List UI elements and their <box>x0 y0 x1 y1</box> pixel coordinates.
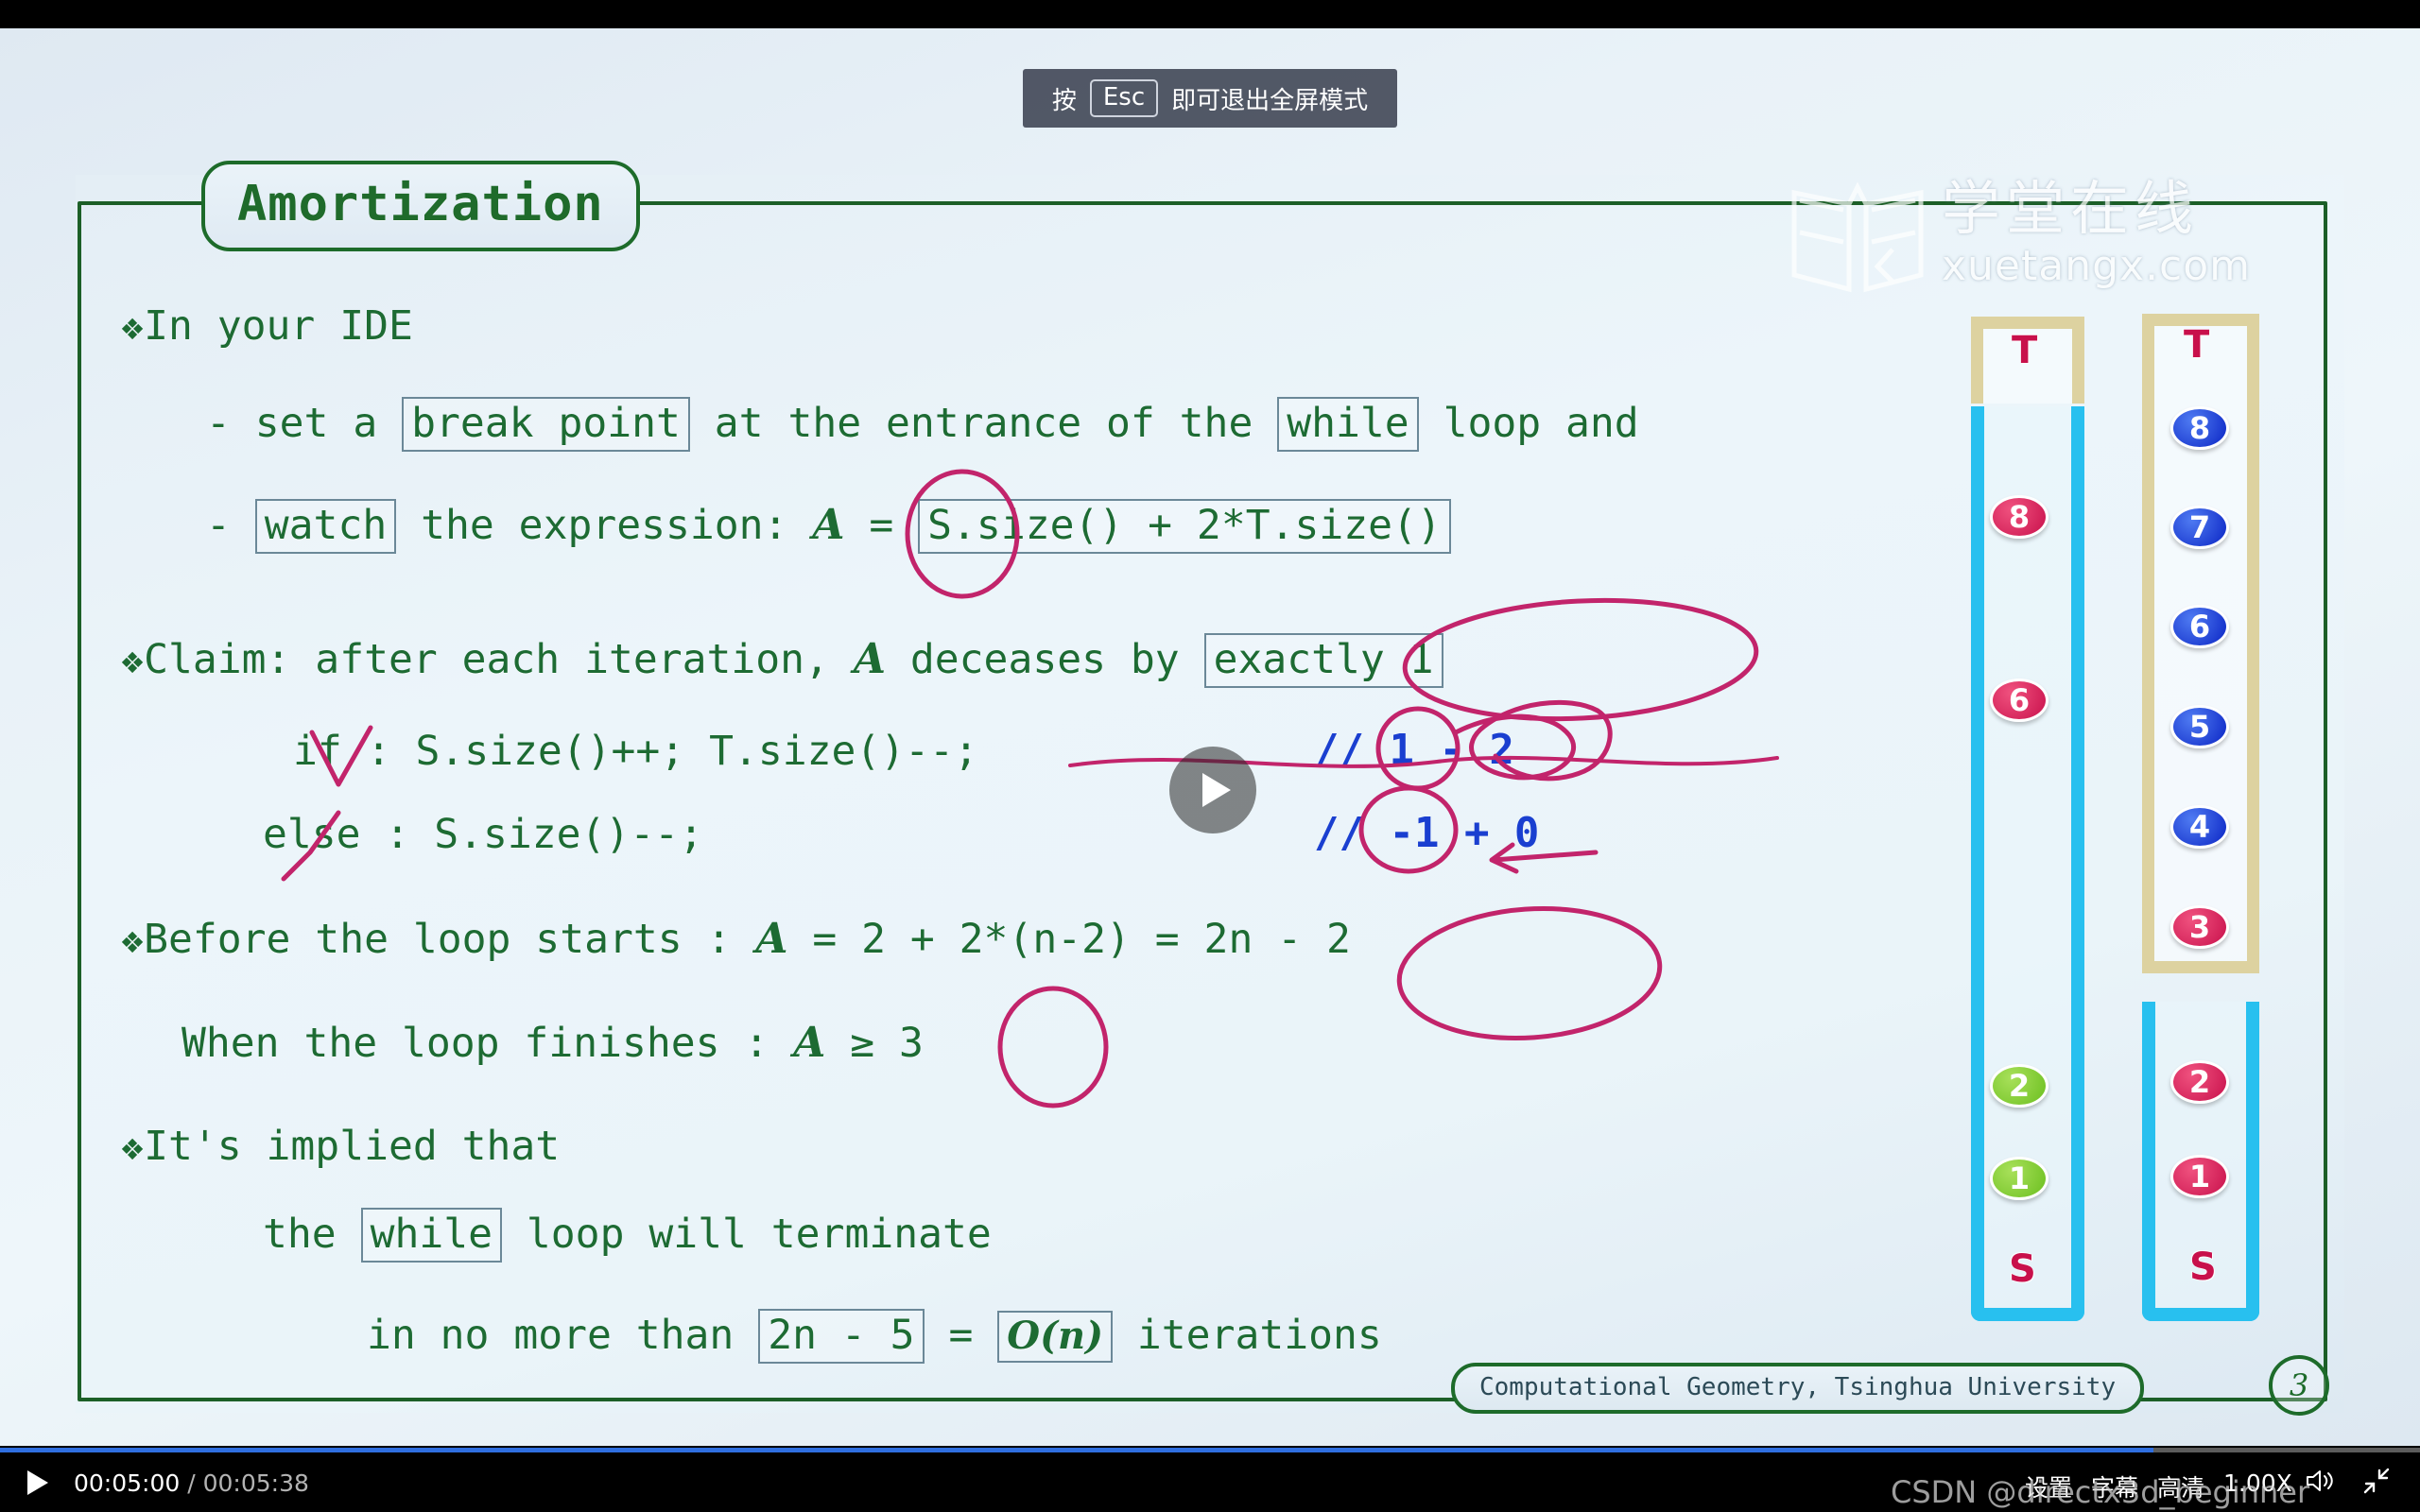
dash-marker: - <box>206 400 231 447</box>
play-icon <box>27 1470 48 1495</box>
left-stack-chip-6: 6 <box>1990 679 2048 722</box>
right-stack-chip-7: 7 <box>2170 506 2229 549</box>
exactly-one-box: exactly 1 <box>1203 633 1443 688</box>
time-separator: / <box>187 1469 196 1497</box>
logo-url-text: xuetangx.com <box>1942 242 2252 290</box>
video-surface[interactable]: 学堂在线 xuetangx.com Amortization ❖In your … <box>0 28 2420 1446</box>
while-box-1: while <box>1277 397 1419 452</box>
slide-line-4: ❖Claim: after each iteration, A deceases… <box>121 633 1443 688</box>
csdn-watermark: CSDN @directx3d_beginner <box>1891 1474 2310 1510</box>
line4-text-a: Claim: after each iteration, <box>144 636 829 683</box>
screen: 学堂在线 xuetangx.com Amortization ❖In your … <box>0 0 2420 1512</box>
big-o-box: O(n) <box>997 1311 1114 1363</box>
book-logo-icon <box>1791 181 1924 293</box>
logo-chinese-text: 学堂在线 <box>1942 174 2200 243</box>
line11-text-b: iterations <box>1136 1312 1382 1359</box>
comment-if: // 1 - 2 <box>1314 726 1514 774</box>
play-button[interactable] <box>21 1466 55 1500</box>
line2-text-b: at the entrance of the <box>714 400 1253 447</box>
right-stack-chip-4: 4 <box>2170 805 2229 849</box>
slide-line-2: - set a break point at the entrance of t… <box>206 397 1639 452</box>
slide-line-11: in no more than 2n - 5 = O(n) iterations <box>367 1309 1382 1364</box>
esc-hint-prefix: 按 <box>1051 86 1077 115</box>
right-stack-T-label: T <box>2184 323 2210 367</box>
potential-var-1: A <box>812 501 845 549</box>
exit-fullscreen-button[interactable] <box>2361 1468 2392 1500</box>
exit-fullscreen-hint: 按 Esc 即可退出全屏模式 <box>1023 69 1397 128</box>
line4-text-b: deceases by <box>909 636 1180 683</box>
line10-text-b: loop will terminate <box>526 1211 992 1258</box>
line3-eq: = <box>869 502 894 549</box>
slide-line-9-text: It's implied that <box>144 1123 561 1170</box>
slide-line-1-text: In your IDE <box>144 302 413 350</box>
comment-else: // -1 + 0 <box>1314 809 1540 857</box>
line10-text-a: the <box>263 1211 337 1258</box>
bullet-icon-4: ❖ <box>121 1125 145 1169</box>
current-time: 00:05:00 <box>74 1469 181 1497</box>
line7-text-b: = 2 + 2*(n-2) = 2n - 2 <box>812 916 1351 963</box>
left-stack-chip-1: 1 <box>1990 1157 2048 1200</box>
break-point-box: break point <box>402 397 690 452</box>
slide-page-number: 3 <box>2269 1355 2329 1416</box>
right-stack-chip-6: 6 <box>2170 605 2229 648</box>
line7-text-a: Before the loop starts : <box>144 916 732 963</box>
right-stack-chip-2: 2 <box>2170 1060 2229 1104</box>
bullet-icon-2: ❖ <box>121 639 145 682</box>
line8-text-b: ≥ 3 <box>850 1020 924 1067</box>
exit-fullscreen-icon <box>2363 1468 2390 1494</box>
right-stack-chip-5: 5 <box>2170 705 2229 748</box>
line11-eq: = <box>948 1312 974 1359</box>
slide-line-1: ❖In your IDE <box>121 302 413 350</box>
slide-line-8: When the loop finishes : A ≥ 3 <box>182 1019 924 1067</box>
time-display: 00:05:00 / 00:05:38 <box>74 1469 309 1497</box>
total-time: 00:05:38 <box>202 1469 309 1497</box>
potential-var-3: A <box>755 915 788 963</box>
line3-text-a: the expression: <box>421 502 788 549</box>
slide-line-5: if : S.size()++; T.size()--; <box>293 728 978 775</box>
xuetangx-logo: 学堂在线 xuetangx.com <box>1787 180 2251 302</box>
while-box-2: while <box>360 1208 503 1263</box>
line8-text-a: When the loop finishes : <box>182 1020 769 1067</box>
left-stack-T-label: T <box>2012 329 2038 372</box>
left-stack-chip-2: 2 <box>1990 1064 2048 1108</box>
center-play-button[interactable] <box>1169 747 1256 833</box>
slide-line-3: - watch the expression: A = S.size() + 2… <box>206 499 1451 554</box>
esc-key-badge: Esc <box>1089 79 1159 117</box>
line2-text-a: set a <box>254 400 378 447</box>
bullet-icon: ❖ <box>121 305 145 349</box>
play-triangle-icon <box>1202 773 1231 807</box>
esc-hint-suffix: 即可退出全屏模式 <box>1171 86 1369 115</box>
potential-var-2: A <box>853 635 886 683</box>
expression-box: S.size() + 2*T.size() <box>918 499 1451 554</box>
slide-line-10: the while loop will terminate <box>263 1208 992 1263</box>
right-stack-S-label: S <box>2189 1246 2217 1289</box>
dash-marker-2: - <box>206 502 231 549</box>
bullet-icon-3: ❖ <box>121 919 145 962</box>
right-stack-chip-8: 8 <box>2170 406 2229 450</box>
right-stack-chip-1: 1 <box>2170 1155 2229 1198</box>
potential-var-4: A <box>793 1019 826 1067</box>
slide-line-7: ❖Before the loop starts : A = 2 + 2*(n-2… <box>121 915 1351 963</box>
left-stack-S-label: S <box>2009 1247 2036 1291</box>
slide-title: Amortization <box>201 161 640 251</box>
slide-line-9: ❖It's implied that <box>121 1123 560 1170</box>
left-stack-chip-8: 8 <box>1990 495 2048 539</box>
slide-footer: Computational Geometry, Tsinghua Univers… <box>1451 1363 2145 1414</box>
right-stack-chip-3: 3 <box>2170 905 2229 949</box>
line11-text-a: in no more than <box>367 1312 735 1359</box>
line2-text-c: loop and <box>1443 400 1639 447</box>
slide-line-6: else : S.size()--; <box>263 811 703 858</box>
iteration-bound-box: 2n - 5 <box>758 1309 925 1364</box>
watch-box: watch <box>254 499 397 554</box>
